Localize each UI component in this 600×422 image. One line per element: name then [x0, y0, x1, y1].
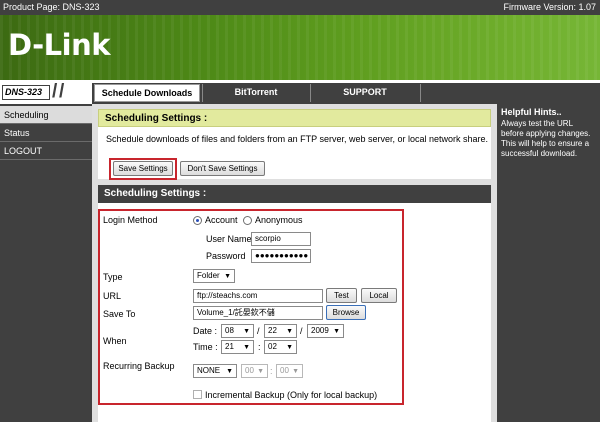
- tab-bittorrent[interactable]: BitTorrent: [203, 83, 309, 102]
- recurring-minute-select[interactable]: 00 ▼: [276, 364, 303, 378]
- model-badge: DNS-323 / /: [0, 81, 92, 104]
- scheduling-form-panel: Scheduling Settings : Login Method Accou…: [98, 185, 491, 422]
- user-name-input[interactable]: scorpio: [251, 232, 311, 246]
- login-method-label: Login Method: [103, 215, 158, 225]
- date-year-select[interactable]: 2009 ▼: [307, 324, 344, 338]
- time-separator: :: [270, 366, 273, 376]
- incremental-backup-label: Incremental Backup (Only for local backu…: [205, 390, 378, 400]
- save-to-input[interactable]: Volume_1/託晏欽不儲: [193, 306, 323, 320]
- type-label: Type: [103, 272, 123, 282]
- recurring-backup-label: Recurring Backup: [103, 361, 175, 371]
- time-separator: :: [258, 342, 261, 352]
- url-input[interactable]: ftp://steachs.com: [193, 289, 323, 303]
- tab-divider: [420, 84, 421, 102]
- panel-title: Scheduling Settings :: [98, 109, 491, 127]
- account-radio-label: Account: [205, 215, 238, 225]
- user-name-label: User Name: [206, 234, 252, 244]
- recurring-hour-select[interactable]: 00 ▼: [241, 364, 268, 378]
- date-day-select[interactable]: 22 ▼: [264, 324, 297, 338]
- form-title: Scheduling Settings :: [98, 185, 491, 203]
- chevron-down-icon: ▼: [292, 368, 299, 375]
- anonymous-radio-label: Anonymous: [255, 215, 303, 225]
- hints-title: Helpful Hints..: [501, 107, 562, 117]
- chevron-down-icon: ▼: [257, 368, 264, 375]
- banner: D-Link: [0, 15, 600, 80]
- sidebar-item-logout[interactable]: LOGOUT: [0, 142, 92, 160]
- time-minute-select[interactable]: 02 ▼: [264, 340, 297, 354]
- sidebar-item-scheduling[interactable]: Scheduling: [0, 106, 92, 124]
- dlink-logo: D-Link: [8, 28, 111, 62]
- time-hour-select[interactable]: 21 ▼: [221, 340, 254, 354]
- slash-decoration: /: [59, 81, 65, 102]
- test-button[interactable]: Test: [326, 288, 357, 303]
- chevron-down-icon: ▼: [333, 328, 340, 335]
- chevron-down-icon: ▼: [243, 344, 250, 351]
- panel-description: Schedule downloads of files and folders …: [106, 134, 489, 144]
- top-bar: Product Page: DNS-323 Firmware Version: …: [0, 0, 600, 15]
- scheduling-intro-panel: Scheduling Settings : Schedule downloads…: [98, 109, 491, 180]
- date-month-select[interactable]: 08 ▼: [221, 324, 254, 338]
- incremental-backup-checkbox[interactable]: [193, 390, 202, 399]
- hints-text: Always test the URL before applying chan…: [501, 119, 591, 158]
- chevron-down-icon: ▼: [224, 273, 231, 280]
- save-to-label: Save To: [103, 309, 136, 319]
- password-label: Password: [206, 251, 246, 261]
- main-content: Scheduling Settings : Schedule downloads…: [92, 104, 497, 422]
- time-label: Time :: [193, 342, 218, 352]
- tab-schedule-downloads[interactable]: Schedule Downloads: [94, 84, 200, 102]
- product-label: Product Page: DNS-323: [3, 2, 100, 12]
- recurring-select[interactable]: NONE ▼: [193, 364, 237, 378]
- type-select[interactable]: Folder ▼: [193, 269, 235, 283]
- chevron-down-icon: ▼: [286, 344, 293, 351]
- browse-button[interactable]: Browse: [326, 305, 366, 320]
- password-input[interactable]: ●●●●●●●●●●●: [251, 249, 311, 263]
- date-separator: /: [300, 326, 303, 336]
- chevron-down-icon: ▼: [243, 328, 250, 335]
- nav-bar: DNS-323 / / Schedule Downloads BitTorren…: [0, 80, 600, 104]
- tab-support[interactable]: SUPPORT: [311, 83, 419, 102]
- date-label: Date :: [193, 326, 218, 336]
- sidebar: Scheduling Status LOGOUT: [0, 104, 92, 422]
- firmware-label: Firmware Version: 1.07: [503, 2, 596, 12]
- when-label: When: [103, 336, 127, 346]
- chevron-down-icon: ▼: [226, 368, 233, 375]
- hints-panel: Helpful Hints.. Always test the URL befo…: [497, 104, 600, 422]
- sidebar-item-status[interactable]: Status: [0, 124, 92, 142]
- date-separator: /: [257, 326, 260, 336]
- account-radio[interactable]: [193, 216, 202, 225]
- model-name: DNS-323: [2, 85, 50, 100]
- chevron-down-icon: ▼: [286, 328, 293, 335]
- save-settings-button[interactable]: Save Settings: [113, 161, 173, 176]
- dont-save-settings-button[interactable]: Don't Save Settings: [180, 161, 265, 176]
- anonymous-radio[interactable]: [243, 216, 252, 225]
- slash-decoration: /: [52, 81, 58, 102]
- local-button[interactable]: Local: [361, 288, 397, 303]
- url-label: URL: [103, 291, 122, 301]
